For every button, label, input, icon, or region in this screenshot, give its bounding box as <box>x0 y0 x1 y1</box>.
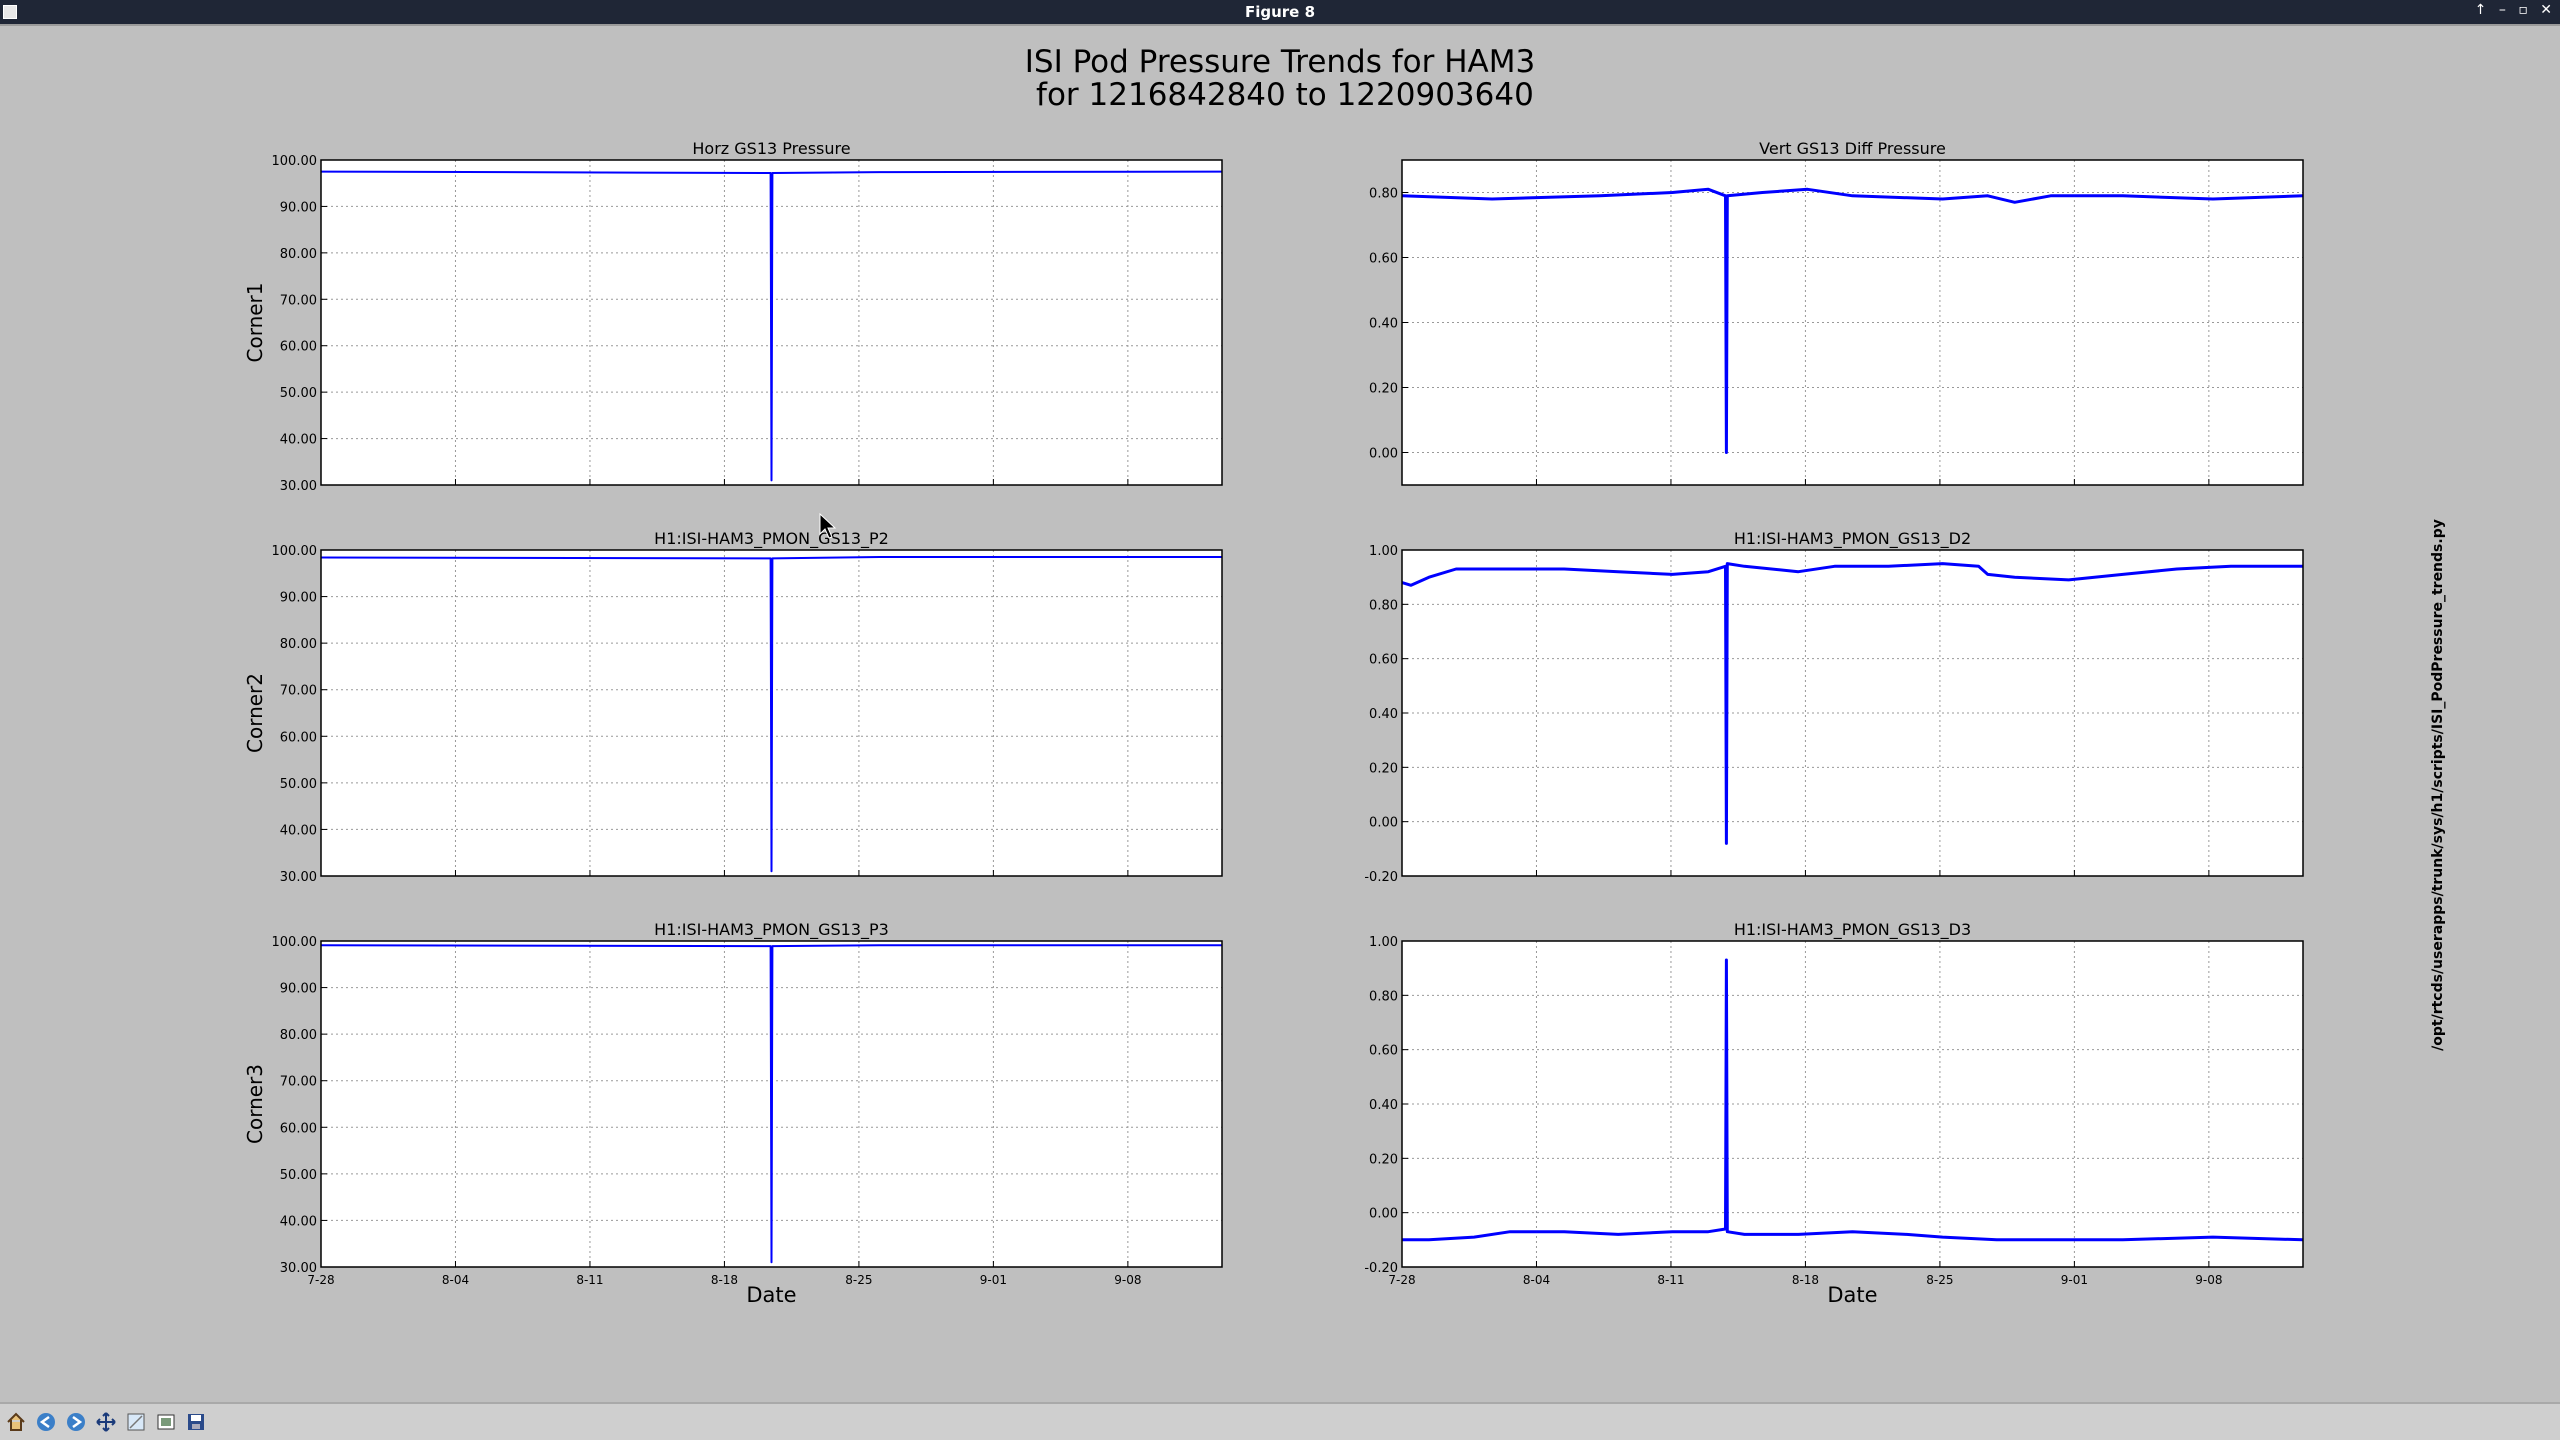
pan-icon[interactable] <box>94 1410 118 1434</box>
y-tick-label: 80.00 <box>280 247 317 262</box>
y-tick-label: 1.00 <box>1369 544 1398 559</box>
y-tick-label: 60.00 <box>280 340 317 355</box>
y-tick-label: 40.00 <box>280 433 317 448</box>
figure-svg: ISI Pod Pressure Trends for HAM3 for 121… <box>243 44 2446 1307</box>
subplot-title: H1:ISI-HAM3_PMON_GS13_P3 <box>654 920 889 940</box>
y-tick-label: 0.20 <box>1369 382 1398 397</box>
subplot-6: -0.200.000.200.400.600.801.007-28 8-04 8-1… <box>1364 920 2304 1307</box>
y-tick-label: 0.00 <box>1369 1207 1398 1222</box>
configure-icon[interactable] <box>154 1410 178 1434</box>
y-tick-label: 40.00 <box>280 1214 317 1229</box>
y-tick-label: 70.00 <box>280 684 317 699</box>
navigation-toolbar <box>0 1402 2560 1440</box>
y-tick-label: 0.60 <box>1369 252 1398 267</box>
y-tick-label: 30.00 <box>280 479 317 494</box>
x-tick-label: 8-18 <box>1792 1273 1819 1287</box>
y-axis-label: Corner2 <box>243 673 267 753</box>
y-tick-label: 70.00 <box>280 1075 317 1090</box>
y-tick-label: 0.80 <box>1369 187 1398 202</box>
subplot-3: 30.00 40.00 50.00 60.00 70.00 80.00 90.00 100.0… <box>243 529 1223 885</box>
subplot-title: H1:ISI-HAM3_PMON_GS13_D3 <box>1734 920 1971 940</box>
back-icon[interactable] <box>34 1410 58 1434</box>
y-tick-label: 1.00 <box>1369 935 1398 950</box>
subplot-4: -0.20 0.00 0.20 0.40 0.60 0.80 1.00 H1:ISI-HAM3… <box>1364 529 2304 885</box>
y-tick-label: -0.20 <box>1364 870 1398 885</box>
y-axis-label: Corner1 <box>243 283 267 363</box>
y-tick-label: 0.60 <box>1369 1044 1398 1059</box>
x-tick-label: 8-04 <box>442 1273 469 1287</box>
y-tick-label: 0.20 <box>1369 761 1398 776</box>
y-tick-label: 50.00 <box>280 777 317 792</box>
forward-icon[interactable] <box>64 1410 88 1434</box>
y-tick-label: 60.00 <box>280 730 317 745</box>
y-tick-label: 40.00 <box>280 823 317 838</box>
subplot-title: H1:ISI-HAM3_PMON_GS13_P2 <box>654 529 889 549</box>
y-tick-label: 0.00 <box>1369 816 1398 831</box>
y-tick-label: 0.80 <box>1369 989 1398 1004</box>
y-tick-label: 0.80 <box>1369 598 1398 613</box>
subplot-title: Vert GS13 Diff Pressure <box>1759 139 1946 158</box>
figure-title-line2: for 1216842840 to 1220903640 <box>1026 77 1534 113</box>
x-tick-label: 9-01 <box>2061 1273 2088 1287</box>
y-tick-label: 100.00 <box>272 935 318 950</box>
y-tick-label: 100.00 <box>272 544 318 559</box>
y-tick-label: 80.00 <box>280 637 317 652</box>
x-tick-label: 8-04 <box>1523 1273 1550 1287</box>
x-tick-label: 8-11 <box>1657 1273 1684 1287</box>
y-axis-label: Corner3 <box>243 1064 267 1144</box>
subplot-title: Horz GS13 Pressure <box>692 139 850 158</box>
x-axis-label: Date <box>746 1283 796 1307</box>
script-path-label: /opt/rtcds/userapps/trunk/sys/h1/scripts… <box>2430 519 2446 1051</box>
y-tick-label: 60.00 <box>280 1121 317 1136</box>
x-tick-label: 8-11 <box>576 1273 603 1287</box>
x-tick-label: 7-28 <box>1388 1273 1415 1287</box>
y-tick-label: 50.00 <box>280 1168 317 1183</box>
y-tick-label: 70.00 <box>280 293 317 308</box>
home-icon[interactable] <box>4 1410 28 1434</box>
subplot-5: 30.0040.0050.0060.0070.0080.0090.00100.0… <box>243 920 1223 1307</box>
subplot-2: 0.00 0.20 0.40 0.60 0.80 Vert GS13 Diff Press… <box>1369 139 2304 486</box>
y-tick-label: 0.40 <box>1369 707 1398 722</box>
y-tick-label: 0.00 <box>1369 447 1398 462</box>
y-tick-label: 90.00 <box>280 982 317 997</box>
x-tick-label: 8-25 <box>845 1273 872 1287</box>
y-tick-label: 0.60 <box>1369 653 1398 668</box>
x-tick-label: 9-01 <box>980 1273 1007 1287</box>
y-tick-label: 0.40 <box>1369 1098 1398 1113</box>
subplot-title: H1:ISI-HAM3_PMON_GS13_D2 <box>1734 529 1971 549</box>
subplot-1: 30.00 40.00 50.00 60.00 70.00 80.00 90.00 100.0… <box>243 139 1223 494</box>
y-tick-label: 80.00 <box>280 1028 317 1043</box>
y-tick-label: 90.00 <box>280 200 317 215</box>
x-tick-label: 7-28 <box>307 1273 334 1287</box>
y-tick-label: 0.20 <box>1369 1152 1398 1167</box>
y-tick-label: 30.00 <box>280 870 317 885</box>
x-tick-label: 9-08 <box>1114 1273 1141 1287</box>
y-tick-label: 50.00 <box>280 386 317 401</box>
figure-title-line1: ISI Pod Pressure Trends for HAM3 <box>1025 44 1535 80</box>
save-icon[interactable] <box>184 1410 208 1434</box>
y-tick-label: 0.40 <box>1369 317 1398 332</box>
x-tick-label: 8-25 <box>1926 1273 1953 1287</box>
y-tick-label: 100.00 <box>272 154 318 169</box>
x-tick-label: 8-18 <box>711 1273 738 1287</box>
y-tick-label: 90.00 <box>280 591 317 606</box>
zoom-icon[interactable] <box>124 1410 148 1434</box>
x-tick-label: 9-08 <box>2195 1273 2222 1287</box>
x-axis-label: Date <box>1827 1283 1877 1307</box>
